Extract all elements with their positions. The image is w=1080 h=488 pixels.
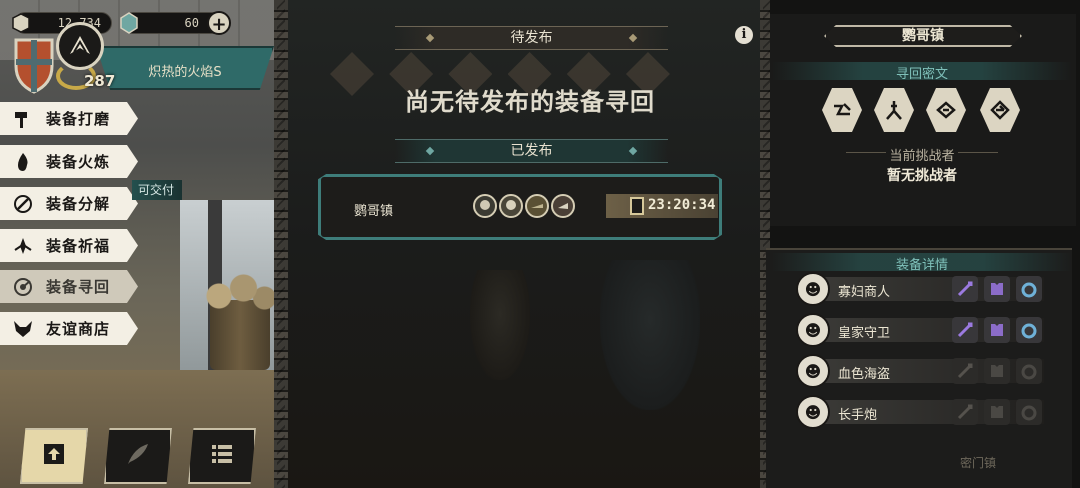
list-icon bbox=[208, 440, 236, 472]
upload-icon bbox=[41, 441, 67, 471]
hero-avatar-icon: ☻ bbox=[796, 272, 830, 306]
add-gems-button[interactable]: + bbox=[207, 11, 231, 35]
silhouette-character bbox=[600, 260, 700, 410]
panel-divider bbox=[274, 0, 288, 488]
hero-portrait-icon bbox=[525, 194, 549, 218]
hero-portrait-icon bbox=[499, 194, 523, 218]
coin-icon bbox=[9, 10, 33, 36]
gem-counter: 60 + bbox=[120, 11, 231, 35]
detail-row[interactable]: ☻ 寡妇商人 bbox=[796, 272, 1046, 306]
detail-name: 皇家守卫 bbox=[838, 326, 891, 341]
ring-equip-icon[interactable] bbox=[1016, 317, 1042, 343]
sword-equip-icon[interactable] bbox=[952, 276, 978, 302]
ring-equip-icon[interactable] bbox=[1016, 358, 1042, 384]
posted-retrieval-card[interactable]: 鹦哥镇 23:20:34 bbox=[318, 174, 722, 240]
rank-emblem-icon[interactable] bbox=[56, 22, 104, 70]
menu-item-label: 装备寻回 bbox=[46, 278, 111, 296]
ring-equip-icon[interactable] bbox=[1016, 399, 1042, 425]
menu-item-label: 装备火炼 bbox=[46, 153, 111, 171]
detail-name: 血色海盗 bbox=[838, 367, 891, 382]
detail-row[interactable]: ☻ 长手炮 bbox=[796, 395, 1046, 429]
pending-header-label: 待发布 bbox=[510, 30, 553, 46]
deliverable-badge: 可交付 bbox=[132, 180, 183, 200]
hero-portrait-icon bbox=[551, 194, 575, 218]
hero-portrait-icon bbox=[473, 194, 497, 218]
detail-name: 长手炮 bbox=[838, 408, 878, 423]
armor-equip-icon[interactable] bbox=[984, 358, 1010, 384]
countdown-timer: 23:20:34 bbox=[606, 194, 718, 218]
hammer-icon bbox=[8, 102, 38, 135]
player-level: 287 bbox=[84, 72, 116, 90]
challenger-value: 暂无挑战者 bbox=[887, 168, 957, 184]
sword-equip-icon[interactable] bbox=[952, 399, 978, 425]
hero-avatar-icon: ☻ bbox=[796, 313, 830, 347]
menu-item-label: 友谊商店 bbox=[46, 320, 111, 338]
info-icon[interactable]: i bbox=[735, 26, 753, 44]
disassemble-icon bbox=[8, 187, 38, 220]
posted-location: 鹦哥镇 bbox=[354, 204, 394, 219]
menu-item-refine[interactable]: 装备火炼 bbox=[0, 145, 138, 178]
flame-icon bbox=[8, 145, 38, 178]
hero-avatar-icon: ☻ bbox=[796, 354, 830, 388]
menu-item-label: 装备祈福 bbox=[46, 237, 111, 255]
ornament-diamond bbox=[425, 33, 435, 43]
empty-pending-message: 尚无待发布的装备寻回 bbox=[405, 88, 655, 116]
guild-shield-icon[interactable] bbox=[12, 36, 56, 94]
challenger-label: 当前挑战者 bbox=[889, 149, 955, 164]
silhouette-character bbox=[470, 270, 530, 380]
countdown-value: 23:20:34 bbox=[648, 197, 716, 213]
detail-name: 寡妇商人 bbox=[838, 285, 891, 300]
armor-equip-icon[interactable] bbox=[984, 399, 1010, 425]
menu-item-retrieve[interactable]: 装备寻回 bbox=[0, 270, 138, 303]
sacks bbox=[205, 272, 275, 312]
quill-button[interactable] bbox=[104, 428, 172, 484]
background-sign-text: 密门镇 bbox=[960, 456, 997, 470]
fox-shop-icon bbox=[8, 312, 38, 345]
ornament-diamond bbox=[425, 146, 435, 156]
menu-item-disassemble[interactable]: 装备分解 bbox=[0, 187, 138, 220]
detail-label: 装备详情 bbox=[895, 258, 948, 273]
armor-equip-icon[interactable] bbox=[984, 276, 1010, 302]
posted-section-header: 已发布 bbox=[395, 139, 668, 163]
menu-item-polish[interactable]: 装备打磨 bbox=[0, 102, 138, 135]
list-button[interactable] bbox=[188, 428, 256, 484]
menu-item-friendship-shop[interactable]: 友谊商店 bbox=[0, 312, 138, 345]
ornament-diamond bbox=[628, 146, 638, 156]
gem-value: 60 bbox=[184, 16, 199, 30]
detail-row[interactable]: ☻ 血色海盗 bbox=[796, 354, 1046, 388]
player-title: 炽热的火焰S bbox=[148, 65, 222, 80]
ornament-diamond bbox=[628, 33, 638, 43]
hero-avatar-icon: ☻ bbox=[796, 395, 830, 429]
ring-equip-icon[interactable] bbox=[1016, 276, 1042, 302]
prayer-icon bbox=[8, 229, 38, 262]
sword-equip-icon[interactable] bbox=[952, 358, 978, 384]
secret-label: 寻回密文 bbox=[895, 67, 948, 82]
player-title-banner[interactable]: 炽热的火焰S bbox=[96, 46, 274, 90]
gem-icon bbox=[117, 10, 141, 36]
menu-item-label: 装备打磨 bbox=[46, 110, 111, 128]
menu-item-blessing[interactable]: 装备祈福 bbox=[0, 229, 138, 262]
armor-equip-icon[interactable] bbox=[984, 317, 1010, 343]
location-banner: 鹦哥镇 bbox=[824, 25, 1022, 47]
pending-section-header: 待发布 bbox=[395, 26, 668, 50]
sword-equip-icon[interactable] bbox=[952, 317, 978, 343]
hourglass-icon bbox=[630, 197, 644, 215]
posted-header-label: 已发布 bbox=[510, 143, 553, 159]
upload-button[interactable] bbox=[20, 428, 88, 484]
menu-item-label: 装备分解 bbox=[46, 195, 111, 213]
retrieve-icon bbox=[8, 270, 38, 303]
quill-icon bbox=[124, 440, 152, 472]
detail-row[interactable]: ☻ 皇家守卫 bbox=[796, 313, 1046, 347]
